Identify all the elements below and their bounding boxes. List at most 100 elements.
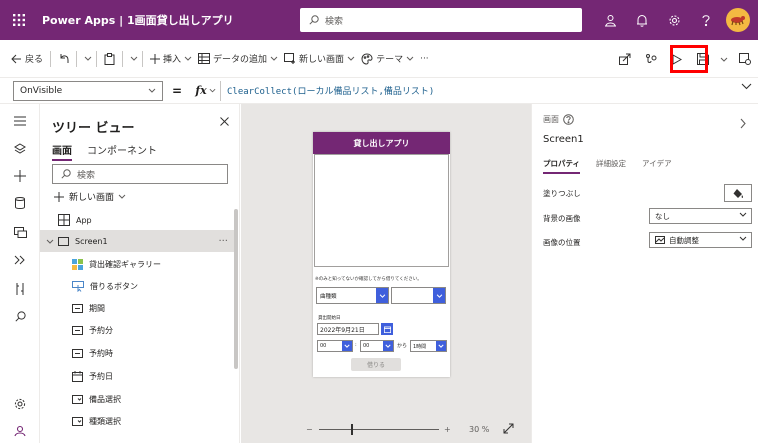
chevron-right-icon[interactable] xyxy=(740,118,746,129)
settings-icon[interactable] xyxy=(0,389,40,419)
tree-item-reserve-minute[interactable]: 予約分 xyxy=(40,319,236,341)
tree-item-reserve-hour[interactable]: 予約時 xyxy=(40,342,236,364)
fx-label: fx xyxy=(195,84,207,97)
insert-icon[interactable] xyxy=(0,161,40,191)
hamburger-icon[interactable] xyxy=(0,106,40,136)
date-picker[interactable]: 2022年9月21日 xyxy=(317,323,379,335)
chevron-down-icon xyxy=(209,88,216,93)
bell-icon[interactable] xyxy=(626,0,658,40)
note-label[interactable]: ※のみと知ってないか確認してから借りてください。 xyxy=(315,276,422,282)
button-icon xyxy=(72,280,84,292)
app-header-label[interactable]: 貸し出しアプリ xyxy=(313,132,450,154)
chevron-down-icon[interactable] xyxy=(46,239,54,244)
plus-icon xyxy=(150,53,161,64)
chevron-down-icon xyxy=(270,56,278,61)
screen-icon xyxy=(58,236,69,246)
more-commands-button[interactable]: ··· xyxy=(417,40,432,78)
virtual-agent-icon[interactable] xyxy=(0,416,40,443)
tree-search-input[interactable]: 検索 xyxy=(52,164,228,184)
add-data-button[interactable]: データの追加 xyxy=(195,40,281,78)
tree-item-label: 予約日 xyxy=(89,371,113,381)
tree-item-label: 貸出確認ギャラリー xyxy=(89,259,161,269)
zoom-slider-thumb[interactable] xyxy=(351,424,353,435)
back-button[interactable]: 戻る xyxy=(8,40,46,78)
zoom-slider[interactable] xyxy=(319,429,439,430)
chevron-down-icon[interactable] xyxy=(716,40,732,78)
avatar[interactable] xyxy=(726,8,750,32)
fill-color-button[interactable] xyxy=(724,184,752,202)
new-screen-button[interactable]: 新しい画面 xyxy=(281,40,358,78)
property-dropdown[interactable]: OnVisible xyxy=(13,80,163,101)
tab-advanced[interactable]: 詳細設定 xyxy=(596,158,626,169)
power-automate-icon[interactable] xyxy=(0,245,40,275)
fit-to-window-icon[interactable] xyxy=(503,423,514,434)
divider xyxy=(50,50,52,67)
media-icon[interactable] xyxy=(0,217,40,247)
tree-item-gallery[interactable]: 貸出確認ギャラリー xyxy=(40,253,236,275)
help-icon[interactable] xyxy=(563,114,574,125)
tree-item-screen1[interactable]: Screen1 ··· xyxy=(40,230,236,252)
chevron-down-icon[interactable] xyxy=(84,56,92,61)
app-checker-icon[interactable] xyxy=(638,40,664,78)
dropdown-icon xyxy=(72,394,83,404)
tree-item-period[interactable]: 期間 xyxy=(40,297,236,319)
zoom-value: 30 % xyxy=(469,425,490,434)
tab-screens[interactable]: 画面 xyxy=(52,142,72,161)
tab-ideas[interactable]: アイデア xyxy=(642,158,672,169)
fx-button[interactable]: fx xyxy=(191,80,221,101)
minute-dropdown[interactable]: 00 xyxy=(360,340,394,352)
screen-preview[interactable]: 貸し出しアプリ ※のみと知ってないか確認してから借りてください。 曲種類 貸出開… xyxy=(313,132,450,377)
search-icon xyxy=(61,169,71,179)
share-icon[interactable] xyxy=(612,40,638,78)
tree-item-equipment-select[interactable]: 備品選択 xyxy=(40,388,236,410)
calendar-icon[interactable] xyxy=(381,323,393,335)
theme-label: テーマ xyxy=(376,55,404,65)
chevron-down-icon[interactable] xyxy=(130,56,138,61)
insert-button[interactable]: 挿入 xyxy=(147,40,195,78)
waffle-icon[interactable] xyxy=(0,0,38,40)
global-search-input[interactable]: 検索 xyxy=(300,8,582,32)
duration-value: 1時間 xyxy=(413,343,427,350)
close-icon[interactable] xyxy=(220,117,229,126)
duration-dropdown[interactable]: 1時間 xyxy=(410,340,447,352)
hour-dropdown[interactable]: 00 xyxy=(317,340,353,352)
divider xyxy=(96,50,98,67)
publish-icon[interactable] xyxy=(732,40,758,78)
tree-scrollbar[interactable] xyxy=(234,209,238,369)
chevron-down-icon xyxy=(436,341,446,351)
tree-item-type-select[interactable]: 種類選択 xyxy=(40,410,236,432)
undo-button[interactable] xyxy=(55,40,72,78)
bg-image-dropdown[interactable]: なし xyxy=(649,208,752,224)
expand-formula-icon[interactable] xyxy=(741,83,752,90)
chevron-down-icon xyxy=(184,56,192,61)
data-icon[interactable] xyxy=(0,188,40,218)
property-value: OnVisible xyxy=(20,85,63,96)
tab-properties[interactable]: プロパティ xyxy=(543,158,581,174)
type-dropdown[interactable]: 曲種類 xyxy=(316,287,389,304)
tree-item-borrow-button[interactable]: 借りるボタン xyxy=(40,275,236,297)
gear-icon[interactable] xyxy=(658,0,690,40)
search-icon[interactable] xyxy=(0,301,40,331)
zoom-in-button[interactable]: + xyxy=(444,425,451,434)
advanced-tools-icon[interactable] xyxy=(0,274,40,304)
tree-item-reserve-date[interactable]: 予約日 xyxy=(40,365,236,387)
environment-icon[interactable] xyxy=(594,0,626,40)
paste-button[interactable] xyxy=(101,40,118,78)
tree-item-app[interactable]: App xyxy=(40,209,236,231)
tree-view-title: ツリー ビュー xyxy=(52,121,135,136)
new-screen-icon xyxy=(284,53,296,64)
new-screen-link[interactable]: 新しい画面 xyxy=(54,190,126,203)
image-position-dropdown[interactable]: 自動調整 xyxy=(649,232,752,248)
tree-view-icon[interactable] xyxy=(0,134,40,164)
control-kind-label: 画面 xyxy=(543,115,559,124)
formula-input[interactable]: ClearCollect(ローカル備品リスト,備品リスト) xyxy=(227,84,434,97)
borrow-button[interactable]: 借りる xyxy=(351,358,401,371)
gallery-control[interactable] xyxy=(314,154,449,267)
zoom-out-button[interactable]: − xyxy=(306,425,313,434)
equipment-dropdown[interactable] xyxy=(391,287,446,304)
more-options-icon[interactable]: ··· xyxy=(218,236,228,247)
tree-search-placeholder: 検索 xyxy=(77,170,96,181)
help-icon[interactable] xyxy=(690,0,722,40)
tab-components[interactable]: コンポーネント xyxy=(87,142,157,157)
theme-button[interactable]: テーマ xyxy=(358,40,417,78)
